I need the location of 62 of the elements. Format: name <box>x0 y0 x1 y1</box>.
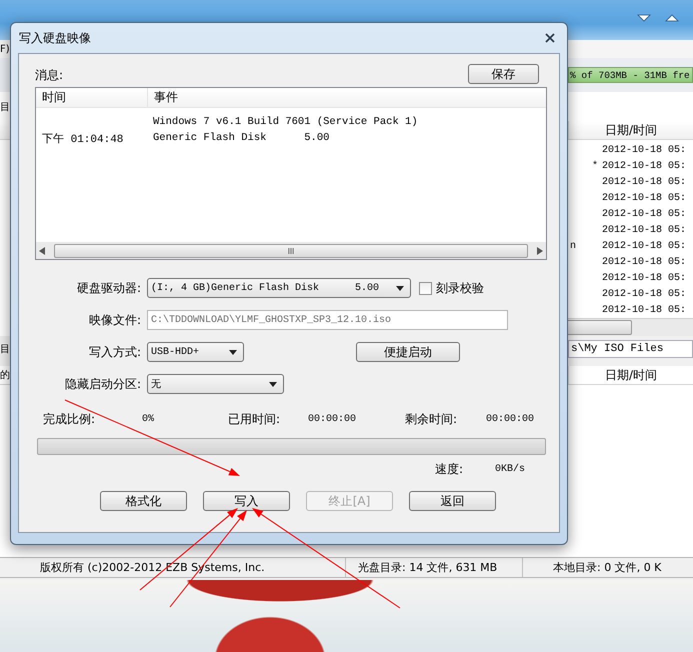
date-cell: 2012-10-18 05: <box>602 176 686 188</box>
date-cell: 2012-10-18 05: <box>602 240 686 252</box>
messages-label: 消息: <box>35 67 64 84</box>
speed-value: 0KB/s <box>495 462 526 477</box>
dropdown[interactable]: 无 <box>147 374 284 394</box>
log-event: Windows 7 v6.1 Build 7601 (Service Pack 1) <box>152 116 418 128</box>
stat-label: 剩余时间: <box>405 411 458 428</box>
menu-item[interactable]: F) <box>0 44 10 54</box>
path-field[interactable]: s\My ISO Files <box>568 340 693 358</box>
sidebar-text: 的 <box>0 369 10 382</box>
caret-down-icon[interactable] <box>637 14 651 22</box>
action-button[interactable]: 写入 <box>203 491 290 511</box>
grip-icon <box>288 246 294 254</box>
date-cell: 2012-10-18 05: <box>602 192 686 204</box>
save-button[interactable]: 保存 <box>468 64 539 84</box>
sidebar-text: 目 <box>0 100 10 114</box>
date-cell: 2012-10-18 05: <box>602 160 686 172</box>
dropdown[interactable]: USB-HDD+ <box>147 342 244 362</box>
field-label: 写入方式: <box>88 344 141 360</box>
field-label: 映像文件: <box>88 312 141 328</box>
status-text: 光盘目录: 14 文件, 631 MB <box>345 558 522 577</box>
field-label: 隐藏启动分区: <box>64 376 141 392</box>
checkbox[interactable] <box>419 282 432 294</box>
dropdown[interactable]: (I:, 4 GB)Generic Flash Disk 5.00 <box>147 278 411 298</box>
stat-value: 00:00:00 <box>308 414 358 425</box>
date-cell: 2012-10-18 05: <box>602 272 686 284</box>
quick-boot-button[interactable]: 便捷启动 <box>356 342 460 362</box>
caret-up-icon[interactable] <box>665 14 679 22</box>
modified-marker: * <box>592 160 598 172</box>
column-header[interactable]: 事件 <box>148 88 178 107</box>
date-cell: 2012-10-18 05: <box>602 256 686 268</box>
date-cell: 2012-10-18 05: <box>602 224 686 236</box>
date-cell: 2012-10-18 05: <box>602 208 686 220</box>
scroll-right-icon[interactable] <box>537 246 543 254</box>
log-event: Generic Flash Disk 5.00 <box>152 132 330 144</box>
close-icon[interactable] <box>545 33 555 43</box>
date-cell: 2012-10-18 05: <box>602 144 686 156</box>
action-button[interactable]: 返回 <box>409 491 496 511</box>
date-cell: 2012-10-18 05: <box>602 304 686 316</box>
stat-label: 已用时间: <box>228 411 282 428</box>
field-label: 硬盘驱动器: <box>76 280 141 296</box>
horizontal-scrollbar[interactable] <box>568 318 693 336</box>
column-header[interactable]: 日期/时间 <box>605 366 658 384</box>
column-header[interactable]: 日期/时间 <box>605 122 658 138</box>
log-time: 下午 01:04:48 <box>42 134 124 146</box>
dialog-title: 写入硬盘映像 <box>19 30 91 46</box>
column-header[interactable]: 时间 <box>36 88 148 107</box>
action-button[interactable]: 格式化 <box>100 491 187 511</box>
stat-label: 完成比例: <box>43 411 96 428</box>
stat-value: 00:00:00 <box>486 414 536 425</box>
speed-label: 速度: <box>435 461 464 478</box>
caret-icon <box>229 350 237 354</box>
checkbox-label[interactable]: 刻录校验 <box>436 280 484 296</box>
caret-icon <box>396 286 404 290</box>
date-cell: 2012-10-18 05: <box>602 288 686 300</box>
sidebar-text: 目 <box>0 343 10 356</box>
file-name: n <box>570 240 576 252</box>
capacity-bar: % of 703MB - 31MB fre <box>568 67 693 83</box>
horizontal-scrollbar[interactable] <box>36 242 546 259</box>
stat-value: 0% <box>142 414 156 425</box>
scroll-left-icon[interactable] <box>39 246 45 254</box>
status-text: 本地目录: 0 文件, 0 K <box>522 558 693 577</box>
